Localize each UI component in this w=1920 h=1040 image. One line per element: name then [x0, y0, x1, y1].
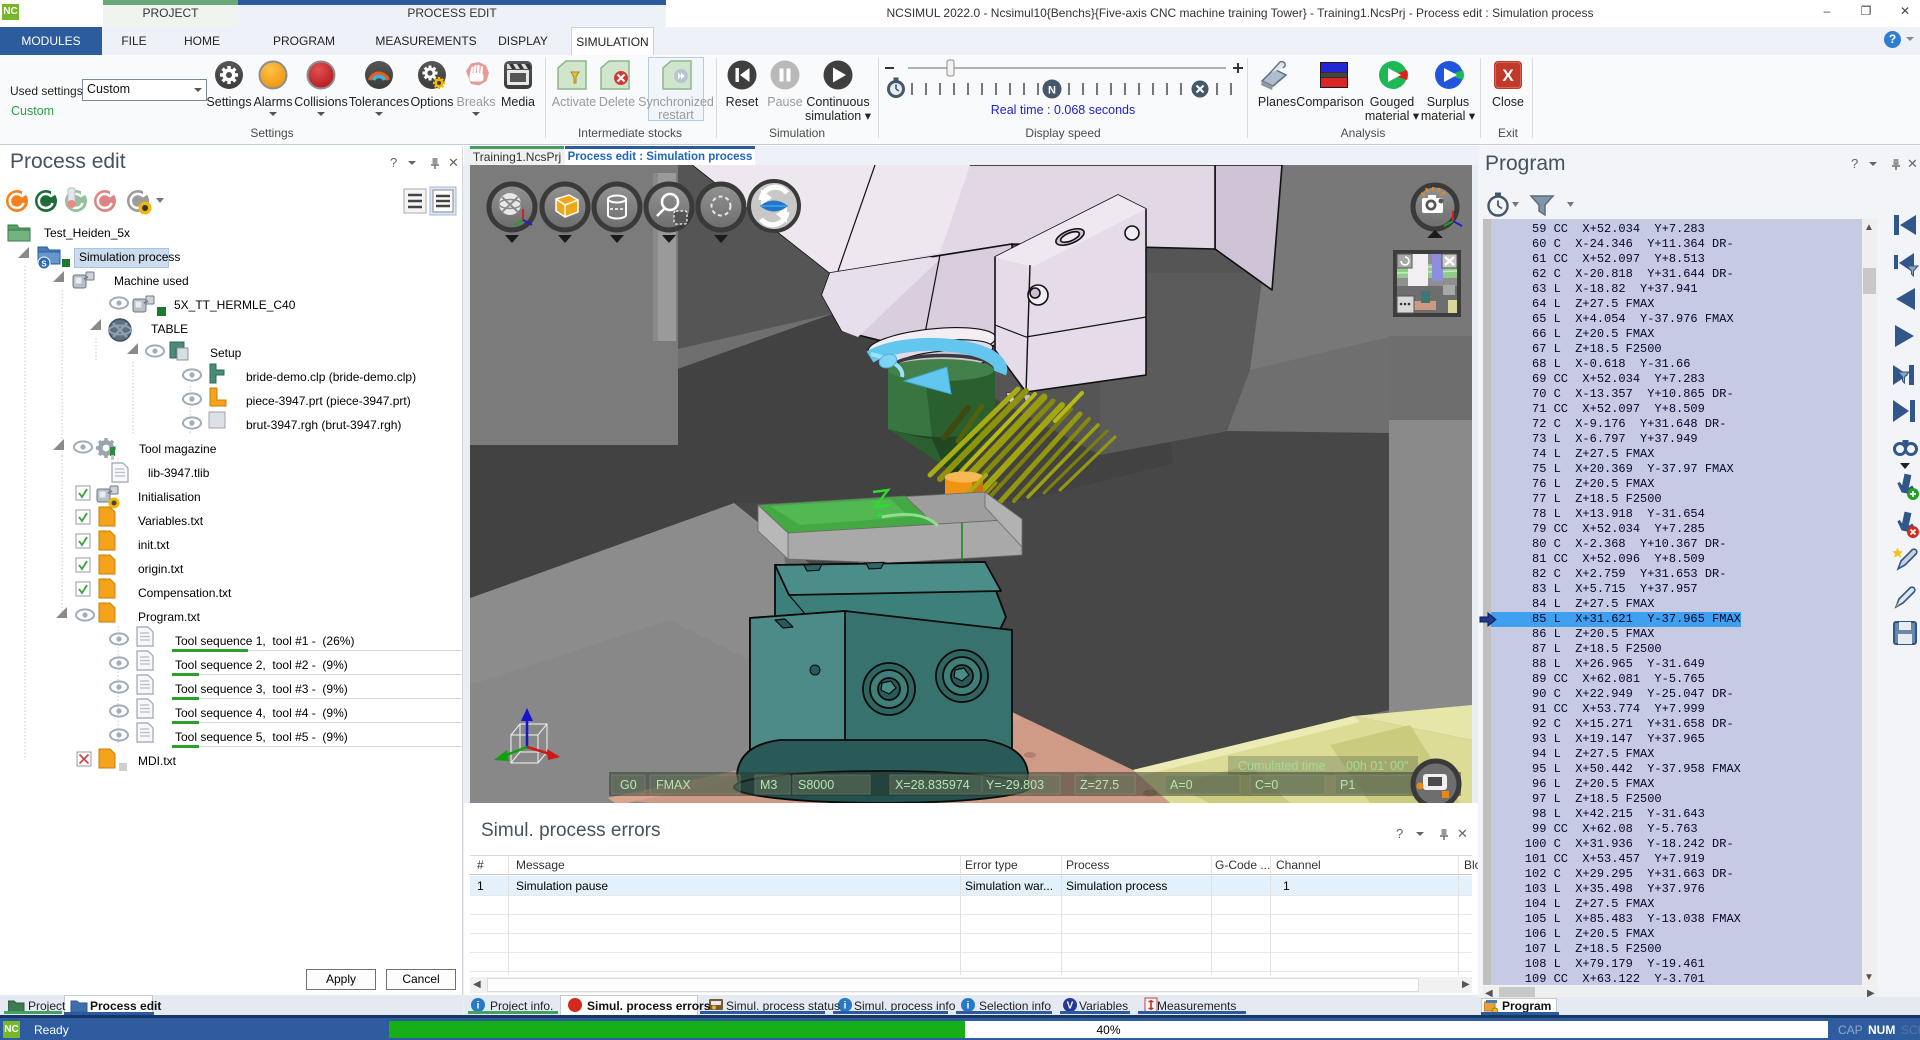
svg-text:C=0: C=0: [1255, 778, 1278, 792]
svg-text:i: i: [844, 1001, 847, 1012]
svg-text:M3: M3: [760, 778, 777, 792]
svg-text:P1: P1: [1340, 778, 1355, 792]
svg-text:i: i: [477, 1001, 480, 1012]
svg-text:FMAX: FMAX: [656, 778, 691, 792]
svg-text:N: N: [1048, 85, 1056, 97]
svg-text:S8000: S8000: [798, 778, 834, 792]
svg-text:S: S: [41, 260, 47, 269]
svg-text:V: V: [1067, 1001, 1074, 1012]
svg-text:X=28.835974: X=28.835974: [895, 778, 970, 792]
svg-text:G0: G0: [620, 778, 637, 792]
svg-text:i: i: [967, 1001, 970, 1012]
svg-text:Y=-29.803: Y=-29.803: [986, 778, 1044, 792]
svg-text:Cumulated time: Cumulated time: [1238, 759, 1326, 773]
svg-text:A=0: A=0: [1170, 778, 1193, 792]
svg-text:X: X: [1502, 66, 1514, 85]
svg-text:00h 01' 00": 00h 01' 00": [1346, 759, 1408, 773]
svg-text:Z=27.5: Z=27.5: [1080, 778, 1119, 792]
